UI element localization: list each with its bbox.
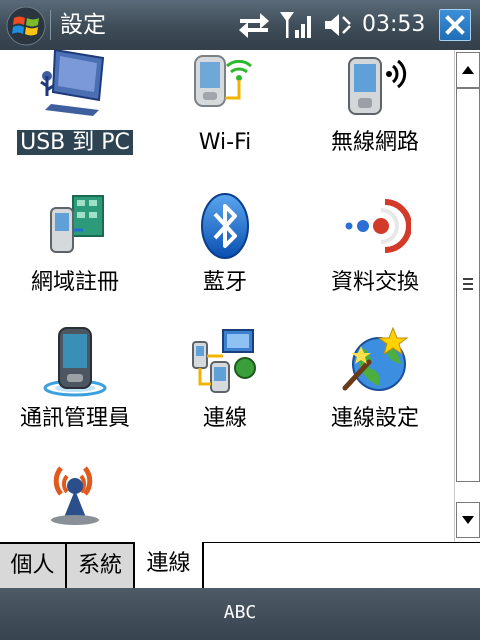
close-button[interactable] <box>439 9 471 41</box>
clock[interactable]: 03:53 <box>362 12 425 38</box>
item-label: USB 到 PC <box>17 130 133 155</box>
grip-icon <box>463 278 473 290</box>
tab-personal[interactable]: 個人 <box>0 543 67 589</box>
item-label: Wi-Fi <box>198 130 252 155</box>
input-panel-bar: ABC <box>0 588 480 640</box>
tab-system[interactable]: 系統 <box>67 543 135 589</box>
bluetooth-icon <box>201 193 249 259</box>
scroll-up-button[interactable] <box>456 52 480 88</box>
triangle-up-icon <box>462 66 474 74</box>
wifi-icon <box>194 55 252 107</box>
triangle-down-icon <box>462 516 474 524</box>
connection-setup-icon <box>342 326 409 391</box>
item-label: 無線網路 <box>330 130 419 155</box>
beam-icon <box>345 199 411 253</box>
item-wifi[interactable]: Wi-Fi <box>150 50 300 180</box>
item-beam[interactable]: 資料交換 <box>300 190 450 320</box>
tab-connections[interactable]: 連線 <box>135 542 204 589</box>
item-domain-enroll[interactable]: 網域註冊 <box>0 190 150 320</box>
tab-bar: 個人 系統 連線 <box>0 542 480 589</box>
item-label: 連線設定 <box>330 406 419 431</box>
item-network-cards[interactable] <box>0 458 150 542</box>
item-label: 通訊管理員 <box>19 406 130 431</box>
speaker-vibrate-icon[interactable] <box>322 10 354 40</box>
wireless-manager-icon <box>348 57 407 115</box>
item-connection-setup[interactable]: 連線設定 <box>300 326 450 456</box>
domain-enroll-icon <box>50 195 104 253</box>
comm-manager-icon <box>43 327 107 397</box>
item-label: 藍牙 <box>202 270 247 295</box>
signal-strength-icon[interactable] <box>278 10 314 40</box>
item-bluetooth[interactable]: 藍牙 <box>150 190 300 320</box>
item-comm-manager[interactable]: 通訊管理員 <box>0 326 150 456</box>
app-title: 設定 <box>60 12 106 38</box>
connections-icon <box>192 329 256 393</box>
item-connections[interactable]: 連線 <box>150 326 300 456</box>
scroll-thumb[interactable] <box>456 88 480 482</box>
item-label: 資料交換 <box>330 270 419 295</box>
input-method-button[interactable]: ABC <box>0 602 480 623</box>
title-separator <box>50 10 51 40</box>
vertical-scrollbar[interactable] <box>454 50 480 542</box>
scroll-down-button[interactable] <box>456 502 480 538</box>
item-label: 網域註冊 <box>30 270 119 295</box>
title-bar: 設定 03:53 <box>0 0 480 50</box>
usb-to-pc-icon <box>40 50 105 116</box>
windows-start-icon[interactable] <box>6 6 46 46</box>
item-usb-to-pc[interactable]: USB 到 PC <box>0 50 150 180</box>
network-cards-icon <box>51 466 99 525</box>
sync-arrows-icon[interactable] <box>238 10 270 40</box>
settings-grid: USB 到 PC Wi-Fi 無線網路 網域註冊 藍牙 資料交換 通訊管理員 連… <box>0 50 454 542</box>
item-wireless-manager[interactable]: 無線網路 <box>300 50 450 180</box>
close-icon <box>445 15 465 35</box>
item-label: 連線 <box>202 406 247 431</box>
